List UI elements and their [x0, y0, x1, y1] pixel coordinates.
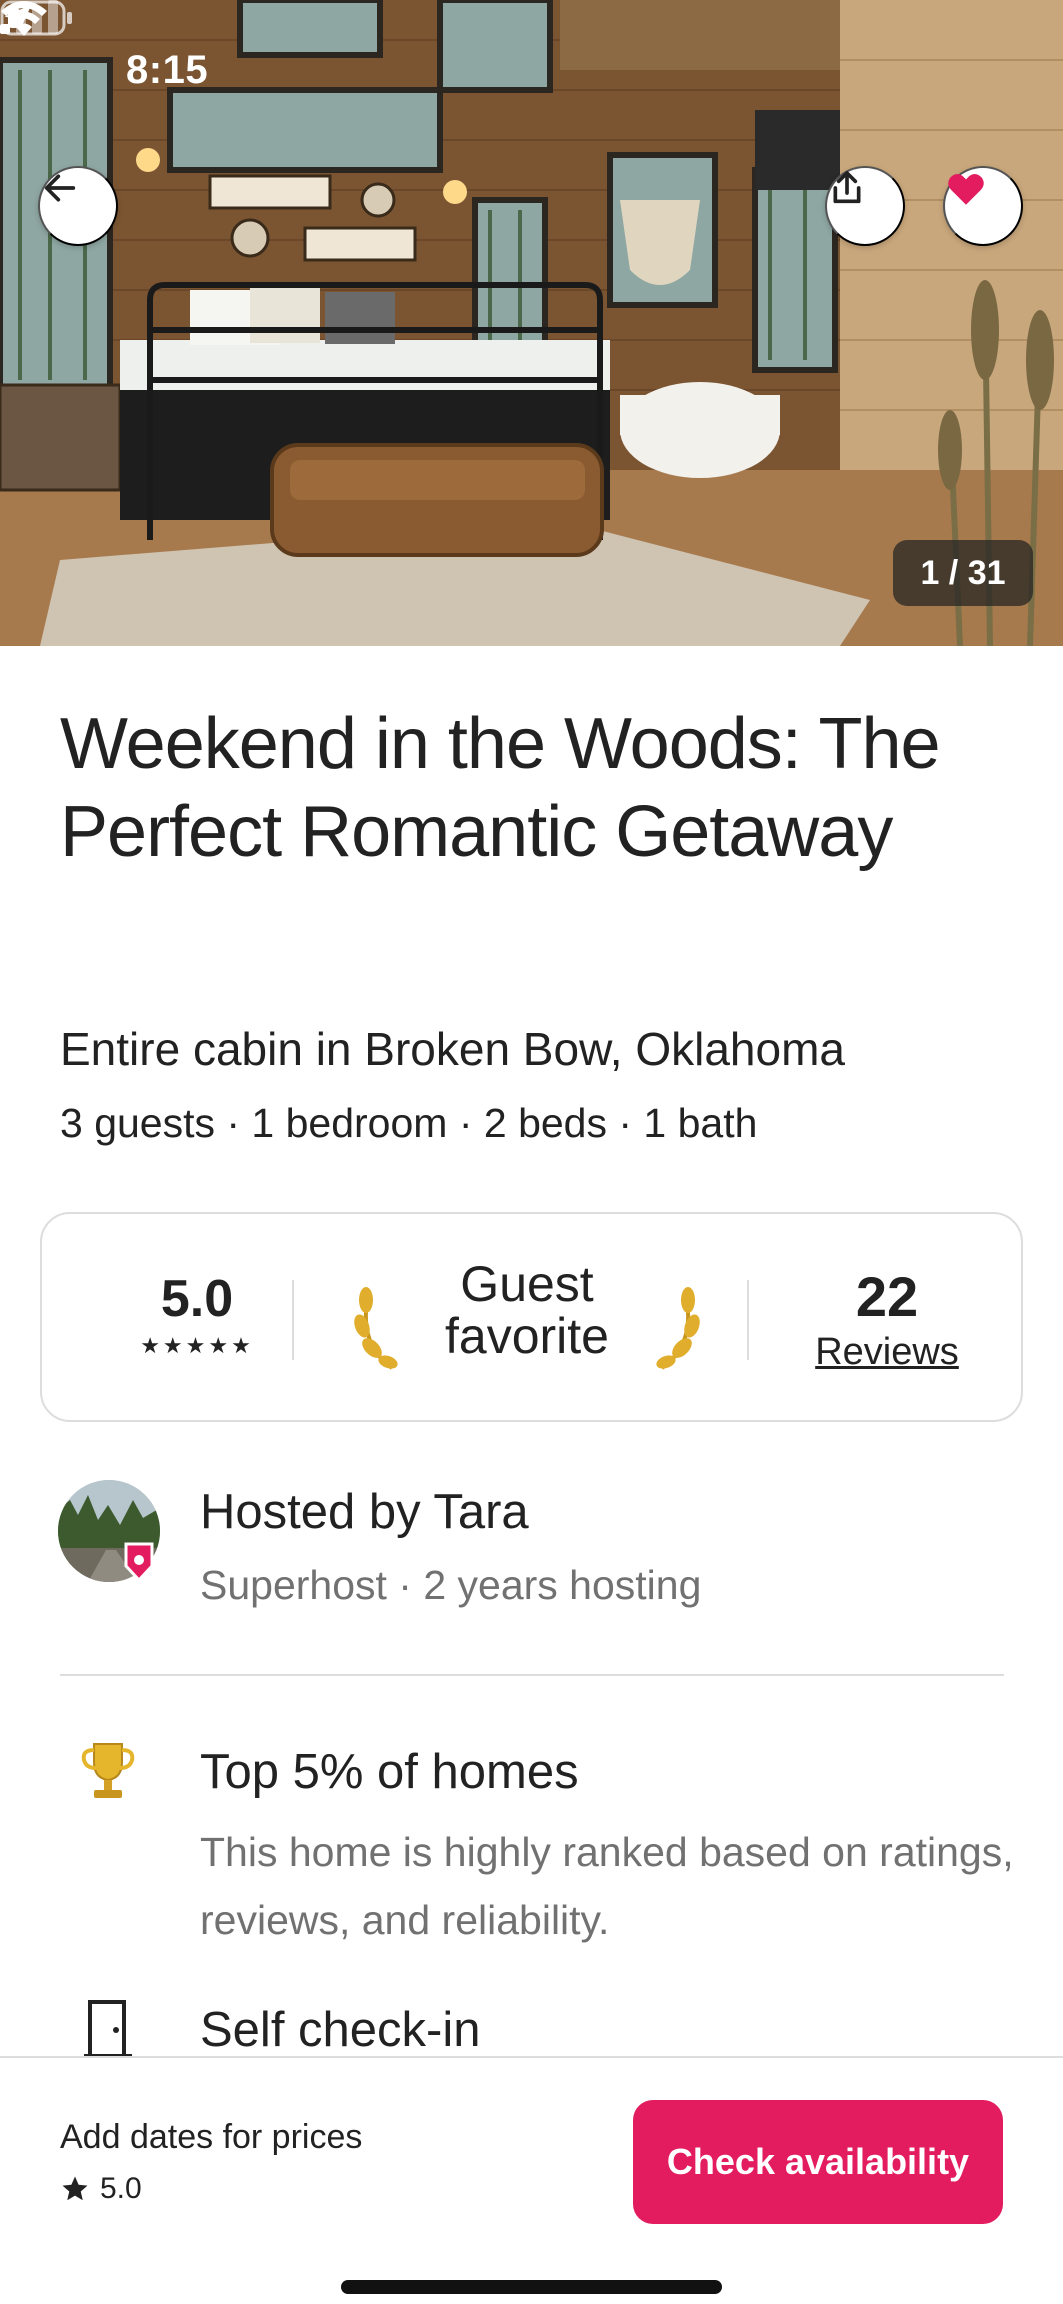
photo-counter: 1 / 31 — [893, 540, 1033, 606]
battery-icon — [0, 0, 72, 36]
listing-details: 3 guests · 1 bedroom · 2 beds · 1 bath — [60, 1100, 758, 1146]
host-subtitle: Superhost · 2 years hosting — [200, 1562, 702, 1608]
rating-stars: ★★★★★ — [140, 1333, 254, 1358]
laurel-right-icon — [656, 1287, 700, 1370]
feature-self-check-in: Self check-in — [60, 1992, 1004, 2062]
guest-favorite-badge: Guest favorite — [352, 1256, 702, 1386]
star-icon — [62, 2176, 88, 2201]
feature-title: Self check-in — [200, 2003, 481, 2057]
stat-divider — [747, 1280, 749, 1360]
home-indicator[interactable] — [341, 2280, 722, 2294]
stat-divider — [292, 1280, 294, 1360]
reviews-count: 22 — [855, 1265, 919, 1328]
check-availability-button[interactable]: Check availability — [633, 2100, 1003, 2224]
guest-favorite-label: Guest favorite — [402, 1258, 652, 1362]
listing-photo[interactable]: 8:15 1 / 31 — [0, 0, 1063, 646]
feature-top-homes: Top 5% of homes This home is highly rank… — [60, 1734, 1014, 1954]
footer-rating-value: 5.0 — [100, 2172, 142, 2205]
feature-description: This home is highly ranked based on rati… — [200, 1829, 1014, 1943]
back-arrow-icon — [44, 174, 76, 202]
rating-stat: 5.0 ★★★★★ — [82, 1269, 312, 1359]
footer-rating: 5.0 — [60, 2172, 142, 2206]
status-time: 8:15 — [126, 48, 209, 92]
add-dates-label[interactable]: Add dates for prices — [60, 2118, 362, 2157]
reviews-link[interactable]: Reviews — [787, 1331, 987, 1374]
superhost-badge-icon — [124, 1542, 154, 1582]
host-name: Hosted by Tara — [200, 1485, 529, 1539]
stats-card[interactable]: 5.0 ★★★★★ Guest favorite 22 Reviews — [40, 1212, 1023, 1422]
reviews-stat[interactable]: 22 Reviews — [787, 1264, 987, 1374]
booking-footer: Add dates for prices 5.0 Check availabil… — [0, 2056, 1063, 2304]
heart-icon — [948, 174, 984, 205]
trophy-icon — [81, 1743, 135, 1798]
save-favorite-button[interactable] — [943, 166, 1023, 246]
host-section[interactable]: Hosted by Tara Superhost · 2 years hosti… — [58, 1480, 1008, 1608]
share-icon — [833, 171, 861, 204]
status-bar: 8:15 — [0, 0, 1063, 140]
rating-value: 5.0 — [160, 1270, 234, 1328]
share-button[interactable] — [825, 166, 905, 246]
listing-title: Weekend in the Woods: The Perfect Romant… — [60, 704, 941, 872]
guest-favorite-line2: favorite — [445, 1308, 609, 1364]
section-divider — [60, 1674, 1004, 1676]
feature-title: Top 5% of homes — [200, 1745, 579, 1799]
back-button[interactable] — [38, 166, 118, 246]
door-icon — [84, 2000, 132, 2058]
guest-favorite-line1: Guest — [460, 1256, 594, 1312]
laurel-left-icon — [354, 1287, 398, 1370]
listing-subtitle: Entire cabin in Broken Bow, Oklahoma — [60, 1023, 845, 1075]
